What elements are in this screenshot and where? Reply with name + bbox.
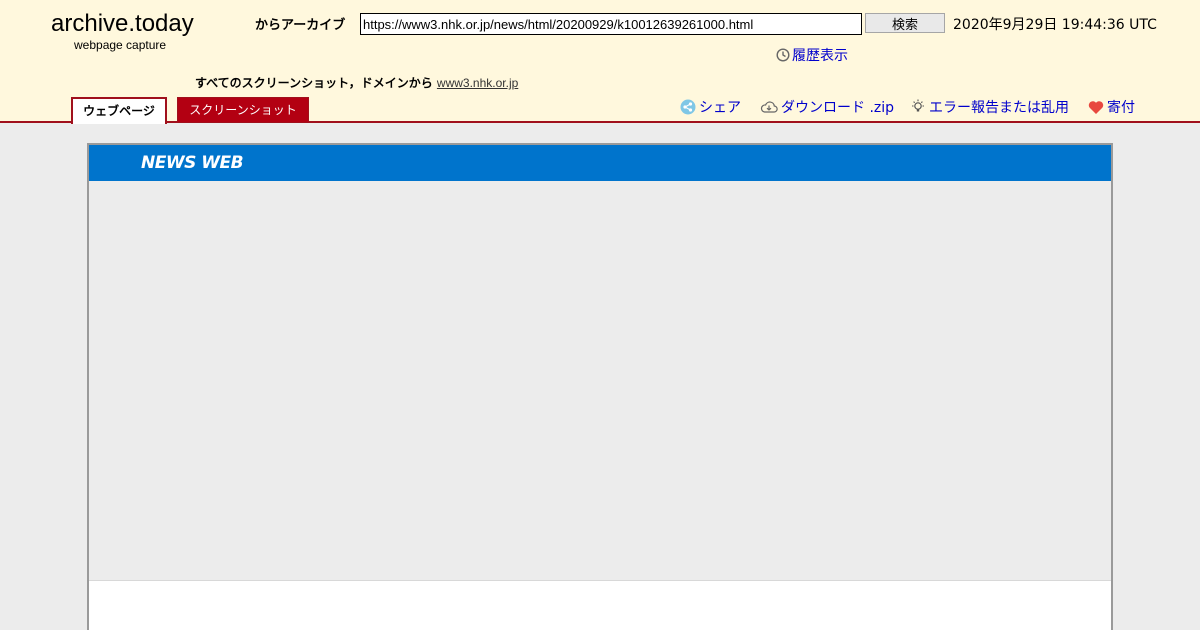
donate-link[interactable]: 寄付 (1088, 97, 1135, 117)
tab-webpage[interactable]: ウェブページ (71, 97, 167, 124)
archive-from-label: からアーカイブ (255, 18, 346, 33)
archive-header: archive.today webpage capture からアーカイブ 検索… (0, 0, 1200, 124)
nhk-header-bar: NEWS WEB (89, 145, 1111, 181)
screenshots-line: すべてのスクリーンショット，ドメインから www3.nhk.or.jp (195, 74, 518, 91)
url-input[interactable] (360, 13, 862, 35)
share-link[interactable]: シェア (680, 97, 741, 117)
nhk-news-web-logo[interactable]: NEWS WEB (141, 153, 244, 173)
search-button[interactable]: 検索 (865, 13, 945, 33)
capture-date: 2020年9月29日 19:44:36 UTC (953, 17, 1157, 33)
share-icon (680, 99, 696, 115)
screenshots-prefix: すべてのスクリーンショット，ドメインから (195, 76, 433, 90)
tab-screenshot[interactable]: スクリーンショット (177, 97, 309, 123)
site-logo-subtitle: webpage capture (74, 38, 167, 52)
clock-icon (776, 48, 790, 62)
share-label: シェア (699, 100, 741, 116)
page-content-placeholder (89, 181, 1111, 581)
history-link[interactable]: 履歴表示 (776, 45, 848, 65)
bulb-icon (910, 99, 926, 115)
donate-label: 寄付 (1107, 100, 1135, 116)
history-label: 履歴表示 (792, 48, 848, 64)
cloud-download-icon (760, 100, 778, 114)
site-logo[interactable]: archive.today (51, 10, 194, 38)
domain-link[interactable]: www3.nhk.or.jp (437, 76, 518, 90)
download-link[interactable]: ダウンロード .zip (760, 97, 894, 117)
archived-page-frame: NEWS WEB (87, 143, 1113, 630)
report-label: エラー報告または乱用 (929, 100, 1069, 116)
heart-icon (1088, 100, 1104, 115)
report-link[interactable]: エラー報告または乱用 (910, 97, 1069, 117)
download-label: ダウンロード .zip (781, 100, 895, 116)
